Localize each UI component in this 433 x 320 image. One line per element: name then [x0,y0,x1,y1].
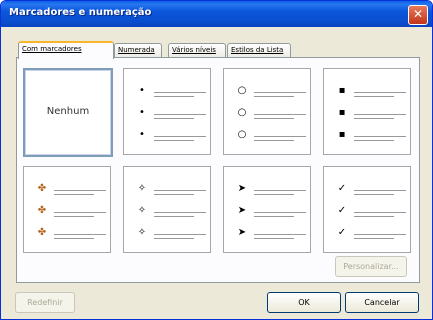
star-cluster-bullet-icon: ✤ [37,205,47,216]
tab-varios-niveis[interactable]: Vários níveis [168,43,226,57]
tab-estilos-da-lista[interactable]: Estilos da Lista [227,43,291,57]
customize-button[interactable]: Personalizar... [335,256,407,277]
bullet-option-filled-circle[interactable]: • • • [123,68,211,155]
none-label: Nenhum [46,106,90,117]
bullet-option-arrow[interactable]: ➤ ➤ ➤ [223,166,311,253]
bullet-option-none[interactable]: Nenhum [23,68,113,157]
star-cluster-bullet-icon: ✤ [37,227,47,238]
bullet-option-checkmark[interactable]: ✓ ✓ ✓ [323,166,411,253]
title-bar: Marcadores e numeração ✕ [1,1,432,27]
hollow-circle-bullet-icon: ○ [237,85,247,96]
checkmark-bullet-icon: ✓ [337,205,347,216]
bullet-option-star-cluster[interactable]: ✤ ✤ ✤ [23,166,111,253]
bullets-numbering-dialog: Marcadores e numeração ✕ Com marcadores … [0,0,433,320]
four-point-star-bullet-icon: ✧ [137,183,147,194]
arrowhead-bullet-icon: ➤ [237,205,247,216]
arrowhead-bullet-icon: ➤ [237,183,247,194]
square-bullet-icon: ▪ [338,85,346,96]
filled-circle-bullet-icon: • [139,85,145,96]
ok-button[interactable]: OK [267,292,341,313]
hollow-circle-bullet-icon: ○ [237,107,247,118]
reset-button[interactable]: Redefinir [15,292,75,313]
tab-com-marcadores[interactable]: Com marcadores [18,41,114,59]
bullet-option-small-square[interactable]: ▪ ▪ ▪ [323,68,411,155]
star-cluster-bullet-icon: ✤ [37,183,47,194]
bullet-option-hollow-circle[interactable]: ○ ○ ○ [223,68,311,155]
hollow-circle-bullet-icon: ○ [237,129,247,140]
filled-circle-bullet-icon: • [139,129,145,140]
bullet-option-four-point-star[interactable]: ✧ ✧ ✧ [123,166,211,253]
arrowhead-bullet-icon: ➤ [237,227,247,238]
checkmark-bullet-icon: ✓ [337,227,347,238]
four-point-star-bullet-icon: ✧ [137,205,147,216]
square-bullet-icon: ▪ [338,129,346,140]
square-bullet-icon: ▪ [338,107,346,118]
checkmark-bullet-icon: ✓ [337,183,347,194]
bullets-panel: Nenhum • • • ○ ○ ○ ▪ ▪ ▪ ✤ ✤ ✤ ✧ ✧ ✧ ➤ ➤… [16,57,420,283]
window-title: Marcadores e numeração [9,7,152,18]
close-button[interactable]: ✕ [408,5,428,25]
cancel-button[interactable]: Cancelar [345,292,419,313]
filled-circle-bullet-icon: • [139,107,145,118]
tab-numerada[interactable]: Numerada [114,43,162,57]
four-point-star-bullet-icon: ✧ [137,227,147,238]
